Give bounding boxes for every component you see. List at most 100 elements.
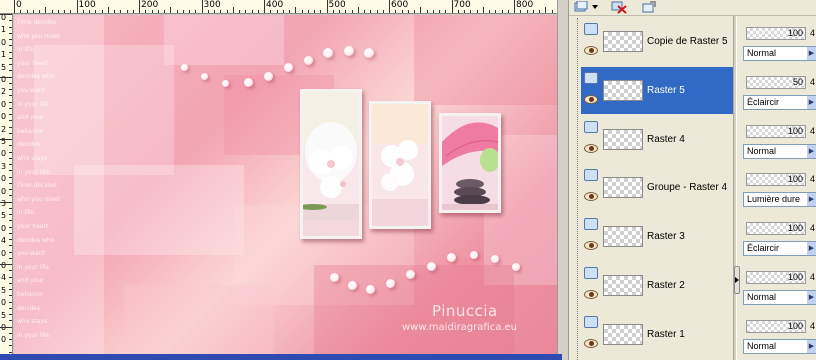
raster-layer-icon <box>584 71 598 84</box>
opacity-extra: 4 <box>810 76 816 87</box>
ruler-label: 4 <box>1 273 7 283</box>
layer-properties-button[interactable] <box>639 0 659 14</box>
ruler-minor-tick <box>289 10 290 13</box>
ruler-minor-tick <box>282 10 284 13</box>
layer-name: Raster 3 <box>647 231 685 243</box>
ruler-label: 5 <box>1 285 7 295</box>
layer-row[interactable]: Copie de Raster 5 <box>581 18 733 65</box>
ruler-minor-tick <box>95 10 97 13</box>
chevron-right-icon[interactable]: ▶ <box>807 144 816 158</box>
blend-mode-select[interactable]: Lumière dure ▶ <box>743 192 816 208</box>
ruler-minor-tick <box>145 10 147 13</box>
layer-row[interactable]: Raster 3 <box>581 213 733 260</box>
poem-line: you want <box>17 87 45 94</box>
opacity-slider[interactable]: 50 <box>746 75 806 89</box>
chevron-right-icon[interactable]: ▶ <box>807 193 816 207</box>
ruler-minor-tick <box>239 10 240 13</box>
chevron-right-icon[interactable]: ▶ <box>807 339 816 353</box>
ruler-minor-tick <box>345 10 347 13</box>
layer-property-row: 100 4 Normal ▶ <box>737 262 816 309</box>
ruler-tick <box>9 145 12 147</box>
ruler-label: 2 <box>1 124 7 134</box>
layer-row[interactable]: Groupe - Raster 4 <box>581 164 733 211</box>
layers-palette: Copie de Raster 5 Raster 5 Raster 4 Groupe … <box>568 0 816 360</box>
image-canvas[interactable]: Time decides who you meet in life, your hea… <box>14 15 557 354</box>
opacity-slider[interactable]: 100 <box>746 173 806 187</box>
opacity-slider[interactable]: 100 <box>746 319 806 333</box>
visibility-eye-icon[interactable] <box>584 241 598 251</box>
layer-row[interactable]: Raster 2 <box>581 262 733 309</box>
ruler-tick <box>0 326 12 328</box>
new-layer-dropdown[interactable] <box>591 0 599 14</box>
layer-name: Groupe - Raster 4 <box>647 182 728 194</box>
layer-row[interactable]: Raster 4 <box>581 116 733 163</box>
visibility-eye-icon[interactable] <box>584 192 598 202</box>
opacity-value: 100 <box>787 320 803 331</box>
ruler-minor-tick <box>251 10 253 13</box>
chevron-right-icon[interactable]: ▶ <box>807 95 816 109</box>
ruler-minor-tick <box>545 7 547 13</box>
visibility-eye-icon[interactable] <box>584 94 598 104</box>
ruler-minor-tick <box>551 10 553 13</box>
ruler-minor-tick <box>26 10 28 13</box>
blend-mode-select[interactable]: Éclaircir ▶ <box>743 94 816 110</box>
ruler-minor-tick <box>220 10 222 13</box>
visibility-eye-icon[interactable] <box>584 46 598 55</box>
ruler-major-tick <box>264 0 265 13</box>
ruler-minor-tick <box>539 10 540 13</box>
ruler-label: 2 <box>1 87 7 97</box>
ruler-tick <box>9 239 12 240</box>
ruler-minor-tick <box>532 10 534 13</box>
ruler-minor-tick <box>126 10 128 13</box>
ruler-minor-tick <box>89 10 90 13</box>
ruler-minor-tick <box>339 10 340 13</box>
visibility-eye-icon[interactable] <box>584 143 598 153</box>
raster-layer-icon <box>584 315 598 328</box>
ruler-minor-tick <box>295 7 297 13</box>
blend-mode-select[interactable]: Normal ▶ <box>743 143 816 159</box>
pearl-dot <box>201 73 208 80</box>
pearl-dot <box>386 279 395 288</box>
opacity-slider[interactable]: 100 <box>746 271 806 284</box>
delete-layer-button[interactable] <box>609 0 629 14</box>
blend-mode-select[interactable]: Normal ▶ <box>743 338 816 354</box>
ruler-minor-tick <box>526 10 528 13</box>
visibility-eye-icon[interactable] <box>584 290 598 299</box>
pearl-dot <box>512 263 520 271</box>
ruler-label: 0 <box>1 149 7 159</box>
pearl-dot <box>447 253 456 262</box>
blend-mode-select[interactable]: Éclaircir ▶ <box>743 241 816 257</box>
ruler-minor-tick <box>257 10 259 13</box>
poem-line: Time decides <box>17 19 57 26</box>
chevron-right-icon[interactable]: ▶ <box>807 242 816 256</box>
opacity-extra: 4 <box>810 223 816 234</box>
new-layer-button[interactable] <box>571 0 591 14</box>
canvas-area[interactable]: 0 100 200 300 400 500 600 700 800 01015020025030… <box>0 0 568 360</box>
ruler-tick <box>9 351 12 353</box>
layer-row[interactable]: Raster 1 <box>581 311 733 358</box>
ruler-minor-tick <box>314 10 315 13</box>
opacity-slider[interactable]: 100 <box>746 222 806 236</box>
ruler-minor-tick <box>370 10 372 13</box>
blend-mode-select[interactable]: Normal ▶ <box>743 290 816 305</box>
ruler-tick <box>9 20 12 22</box>
layer-row[interactable]: Raster 5 <box>581 66 733 114</box>
ruler-minor-tick <box>276 10 278 13</box>
ruler-tick <box>9 245 12 247</box>
photo-frame-right <box>439 113 501 213</box>
opacity-slider[interactable]: 100 <box>746 124 806 138</box>
chevron-right-icon[interactable]: ▶ <box>807 47 816 60</box>
ruler-tick <box>9 126 12 128</box>
ruler-label: 0 <box>16 0 22 10</box>
ruler-tick <box>9 276 12 278</box>
visibility-eye-icon[interactable] <box>584 338 598 348</box>
vertical-ruler: 010150200250300350400450500 <box>0 14 13 356</box>
layer-thumbnail <box>603 177 643 199</box>
ruler-label: 0 <box>1 174 7 184</box>
blend-mode-select[interactable]: Normal ▶ <box>743 46 816 61</box>
pearl-dot <box>181 64 188 71</box>
opacity-value: 100 <box>787 125 803 136</box>
chevron-right-icon[interactable]: ▶ <box>807 291 816 304</box>
opacity-slider[interactable]: 100 <box>746 27 806 40</box>
layer-thumbnail <box>603 275 643 296</box>
